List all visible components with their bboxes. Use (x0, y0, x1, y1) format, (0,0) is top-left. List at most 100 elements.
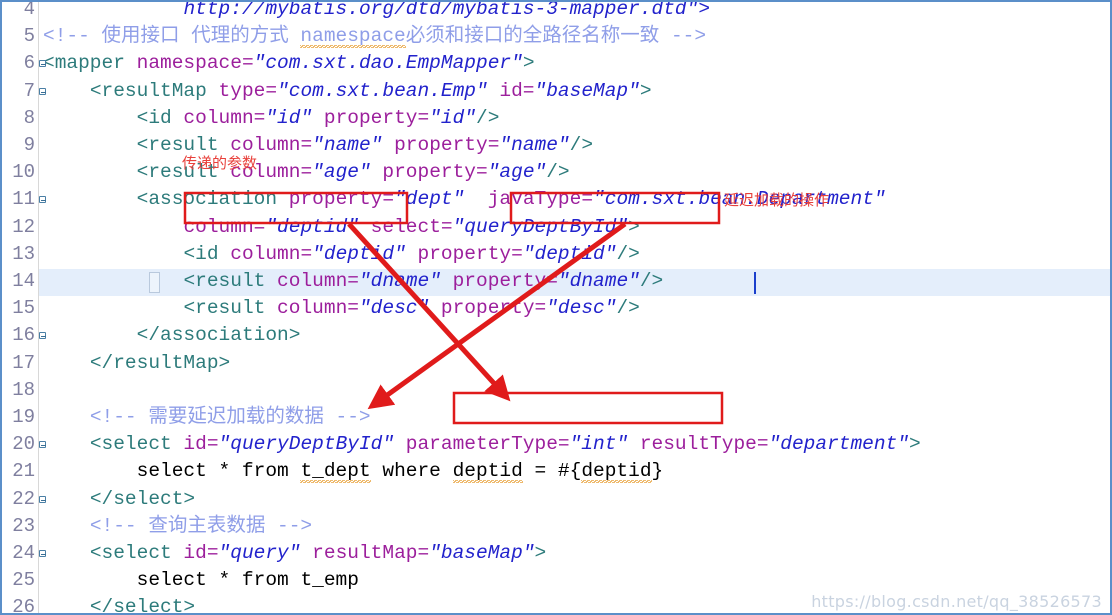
line-number: 12 (12, 215, 35, 238)
code-token: column= (265, 297, 359, 320)
code-token: "name" (312, 134, 383, 156)
code-token: "baseMap" (534, 79, 640, 102)
code-token: <mapper (43, 52, 125, 75)
code-text-area[interactable]: http://mybatis.org/dtd/mybatis-3-mapper.… (38, 2, 1110, 613)
code-token: property= (312, 106, 430, 129)
code-token: property= (440, 270, 558, 292)
code-token: id= (171, 542, 219, 564)
line-number: 5 (23, 25, 35, 48)
line-number: 22 (12, 487, 35, 510)
line-number: 17 (12, 351, 35, 374)
code-token: </select> (89, 487, 196, 510)
code-token: column= (265, 270, 359, 292)
line-number: 13 (12, 242, 35, 265)
code-line[interactable]: </association> (43, 322, 301, 349)
line-number: 6 (23, 52, 35, 75)
code-fold-toggle-icon[interactable] (39, 60, 48, 69)
code-token: /> (639, 270, 664, 292)
line-number: 20 (12, 433, 35, 456)
code-token: "id" (265, 106, 313, 129)
code-token: /> (476, 106, 500, 129)
code-line[interactable]: column="deptid" select="queryDeptById"> (43, 214, 639, 241)
code-token: select * from (43, 460, 301, 483)
code-token: "age" (487, 161, 547, 184)
code-token: property= (370, 161, 488, 184)
code-fold-toggle-icon[interactable] (39, 87, 48, 97)
code-token: resultMap= (300, 542, 430, 564)
code-fold-toggle-icon[interactable] (39, 441, 48, 450)
line-number: 14 (12, 270, 35, 292)
code-token: namespace (300, 25, 406, 49)
code-editor-window: 4 5 6 7 8 9 10 11 12 13 14 15 16 17 18 19 20 21 22 23 24 25 26… (0, 0, 1112, 615)
code-line[interactable]: <select id="queryDeptById" parameterType… (43, 431, 921, 458)
code-line[interactable]: http://mybatis.org/dtd/mybatis-3-mapper.… (43, 2, 710, 23)
code-token: "dept" (394, 188, 465, 211)
code-token: <select (89, 433, 172, 456)
code-line[interactable]: select * from t_emp (43, 567, 359, 594)
line-number: 21 (12, 460, 35, 483)
code-token: "age" (312, 161, 371, 184)
code-line[interactable]: <!-- 需要延迟加载的数据 --> (43, 404, 371, 431)
code-line[interactable]: <resultMap type="com.sxt.bean.Emp" id="b… (43, 78, 652, 105)
code-token: deptid (581, 460, 652, 484)
code-line[interactable]: </resultMap> (43, 350, 230, 377)
watermark-text: https://blog.csdn.net/qq_38526573 (811, 592, 1102, 611)
code-line[interactable]: </select> (43, 594, 195, 613)
code-token: property= (277, 188, 395, 211)
line-number: 19 (12, 406, 35, 428)
annotation-label: 传递的参数 (182, 154, 258, 172)
line-number: 4 (23, 0, 35, 20)
code-token: "name" (499, 134, 570, 156)
code-line[interactable]: <result column="dname" property="dname"/… (43, 268, 663, 295)
code-token: > (639, 79, 652, 102)
code-fold-toggle-icon[interactable] (39, 332, 48, 341)
code-line[interactable]: <select id="query" resultMap="baseMap"> (43, 540, 546, 567)
code-token: resultType= (628, 433, 769, 456)
code-line[interactable]: <!-- 使用接口 代理的方式 namespace必须和接口的全路径名称一致 -… (43, 23, 706, 50)
code-token: </association> (136, 324, 301, 347)
line-number: 8 (23, 106, 35, 129)
code-token: where (370, 460, 453, 483)
code-token: type= (206, 79, 278, 102)
code-token: <result (183, 297, 266, 320)
code-line[interactable]: <result column="age" property="age"/> (43, 159, 570, 186)
code-token: property= (382, 134, 500, 156)
code-token: select * from t_emp (43, 569, 359, 592)
code-token: "baseMap" (429, 542, 535, 564)
code-token: property= (405, 242, 523, 265)
code-token: "dname" (557, 270, 640, 292)
code-token: <!-- 需要延迟加载的数据 --> (89, 406, 371, 428)
code-line[interactable]: <id column="id" property="id"/> (43, 105, 500, 132)
code-token: <select (89, 542, 172, 564)
code-line[interactable]: <result column="name" property="name"/> (43, 132, 593, 159)
code-fold-toggle-icon[interactable] (39, 550, 48, 559)
code-line[interactable]: </select> (43, 486, 195, 513)
code-token: "int" (569, 433, 629, 456)
code-line[interactable]: <!-- 查询主表数据 --> (43, 513, 312, 540)
code-fold-toggle-icon[interactable] (39, 495, 48, 505)
code-token: /> (546, 161, 570, 184)
code-token: } (651, 460, 664, 483)
code-line[interactable]: <id column="deptid" property="deptid"/> (43, 241, 639, 268)
code-token: <result (183, 270, 266, 292)
code-token: deptid (452, 460, 523, 484)
code-line[interactable]: <mapper namespace="com.sxt.dao.EmpMapper… (43, 50, 535, 77)
code-line[interactable]: <result column="desc" property="desc"/> (43, 295, 639, 322)
code-fold-toggle-icon[interactable] (39, 196, 48, 205)
line-number: 9 (23, 134, 35, 156)
code-token: property= (429, 297, 547, 320)
code-line[interactable]: select * from t_dept where deptid = #{de… (43, 458, 663, 485)
